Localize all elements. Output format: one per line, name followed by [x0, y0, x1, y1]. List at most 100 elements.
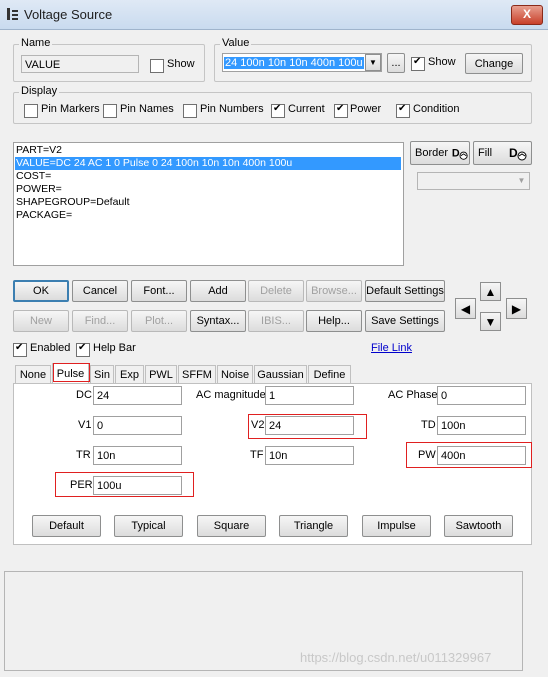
condition-label: Condition — [413, 103, 460, 115]
value-combobox[interactable]: 24 100n 10n 10n 400n 100u — [222, 53, 382, 72]
ac-phase-label: AC Phase — [388, 389, 438, 401]
value-show-checkbox[interactable] — [411, 56, 425, 71]
attribute-list[interactable]: PART=V2 VALUE=DC 24 AC 1 0 Pulse 0 24 10… — [13, 142, 404, 266]
ac-magnitude-label: AC magnitude — [196, 389, 266, 401]
square-preset-button[interactable]: Square — [197, 515, 266, 537]
tab-noise[interactable]: Noise — [217, 365, 253, 384]
arrow-down-button[interactable]: ▼ — [480, 312, 501, 331]
browse-button: Browse... — [306, 280, 362, 302]
fill-label: Fill — [478, 147, 493, 159]
attribute-line-selected[interactable]: VALUE=DC 24 AC 1 0 Pulse 0 24 100n 10n 1… — [15, 157, 401, 170]
tab-gaussian[interactable]: Gaussian — [254, 365, 307, 384]
value-browse-button[interactable]: ... — [387, 53, 405, 73]
save-settings-button[interactable]: Save Settings — [365, 310, 445, 332]
value-combobox-text: 24 100n 10n 10n 400n 100u — [224, 57, 364, 69]
font-button[interactable]: Font... — [131, 280, 187, 302]
attribute-line[interactable]: POWER= — [15, 183, 401, 196]
tab-sffm[interactable]: SFFM — [178, 365, 216, 384]
pulse-tab-highlight — [53, 363, 90, 382]
default-settings-button[interactable]: Default Settings — [365, 280, 445, 302]
tf-field[interactable]: 10n — [265, 446, 354, 465]
file-link[interactable]: File Link — [371, 342, 412, 354]
tf-label: TF — [250, 449, 264, 461]
v1-field[interactable]: 0 — [93, 416, 182, 435]
pin-names-checkbox[interactable] — [103, 104, 117, 118]
new-button: New — [13, 310, 69, 332]
tr-field[interactable]: 10n — [93, 446, 182, 465]
ibis-button: IBIS... — [248, 310, 304, 332]
arrow-up-icon: ▲ — [484, 284, 497, 299]
help-button[interactable]: Help... — [306, 310, 362, 332]
close-button[interactable]: X — [511, 5, 543, 25]
pin-names-label: Pin Names — [120, 103, 174, 115]
add-button[interactable]: Add — [190, 280, 246, 302]
value-show-label: Show — [428, 56, 456, 68]
attribute-line[interactable]: SHAPEGROUP=Default — [15, 196, 401, 209]
ac-magnitude-field[interactable]: 1 — [265, 386, 354, 405]
arrow-right-icon: ▶ — [511, 301, 522, 316]
tr-label: TR — [76, 449, 91, 461]
enabled-label: Enabled — [30, 342, 71, 354]
pin-markers-checkbox[interactable] — [24, 104, 38, 118]
enabled-checkbox[interactable] — [13, 342, 27, 357]
tab-pwl[interactable]: PWL — [145, 365, 177, 384]
attribute-line[interactable]: PACKAGE= — [15, 209, 401, 222]
condition-checkbox[interactable] — [396, 103, 410, 118]
power-label: Power — [350, 103, 382, 115]
current-label: Current — [288, 103, 325, 115]
arrow-right-button[interactable]: ▶ — [506, 298, 527, 319]
dc-field[interactable]: 24 — [93, 386, 182, 405]
tab-define[interactable]: Define — [308, 365, 351, 384]
triangle-preset-button[interactable]: Triangle — [279, 515, 348, 537]
per-highlight — [55, 472, 194, 497]
attribute-font-combobox — [417, 172, 530, 190]
tab-none[interactable]: None — [15, 365, 51, 384]
power-checkbox[interactable] — [334, 103, 348, 118]
value-group-label: Value — [220, 37, 252, 49]
arrow-up-button[interactable]: ▲ — [480, 282, 501, 301]
cancel-button[interactable]: Cancel — [72, 280, 128, 302]
pin-markers-label: Pin Markers — [41, 103, 100, 115]
sawtooth-preset-button[interactable]: Sawtooth — [444, 515, 513, 537]
attribute-line[interactable]: PART=V2 — [15, 144, 401, 157]
find-button: Find... — [72, 310, 128, 332]
syntax-button[interactable]: Syntax... — [190, 310, 246, 332]
plot-button: Plot... — [131, 310, 187, 332]
pin-numbers-checkbox[interactable] — [183, 104, 197, 118]
v2-highlight — [248, 414, 367, 439]
ok-button[interactable]: OK — [13, 280, 69, 302]
current-checkbox[interactable] — [271, 103, 285, 118]
typical-preset-button[interactable]: Typical — [114, 515, 183, 537]
pw-highlight — [406, 442, 532, 468]
name-field[interactable]: VALUE — [21, 55, 139, 73]
display-group-label: Display — [19, 85, 60, 97]
chevron-down-icon: ▼ — [517, 176, 526, 185]
tab-sin[interactable]: Sin — [90, 365, 114, 384]
svg-text:D: D — [509, 146, 518, 160]
watermark: https://blog.csdn.net/u011329967 — [300, 650, 492, 665]
td-label: TD — [421, 419, 436, 431]
chevron-down-icon: ▼ — [369, 58, 377, 67]
border-button[interactable]: Border D — [410, 141, 470, 165]
app-icon — [7, 8, 18, 20]
help-bar-checkbox[interactable] — [76, 342, 90, 357]
tab-exp[interactable]: Exp — [115, 365, 144, 384]
impulse-preset-button[interactable]: Impulse — [362, 515, 431, 537]
name-group-label: Name — [19, 37, 53, 49]
v1-label: V1 — [78, 419, 92, 431]
arrow-left-button[interactable]: ◀ — [455, 298, 476, 319]
fill-icon: D — [509, 146, 527, 161]
td-field[interactable]: 100n — [437, 416, 526, 435]
border-label: Border — [415, 147, 449, 159]
ac-phase-field[interactable]: 0 — [437, 386, 526, 405]
fill-button[interactable]: Fill D — [473, 141, 532, 165]
change-button[interactable]: Change — [465, 53, 523, 74]
pin-numbers-label: Pin Numbers — [200, 103, 264, 115]
title-bar: Voltage Source X — [0, 0, 548, 30]
value-dropdown-button[interactable]: ▼ — [365, 54, 381, 71]
name-show-checkbox[interactable] — [150, 59, 164, 73]
arrow-left-icon: ◀ — [460, 301, 471, 316]
attribute-line[interactable]: COST= — [15, 170, 401, 183]
name-show-label: Show — [167, 58, 195, 70]
default-preset-button[interactable]: Default — [32, 515, 101, 537]
